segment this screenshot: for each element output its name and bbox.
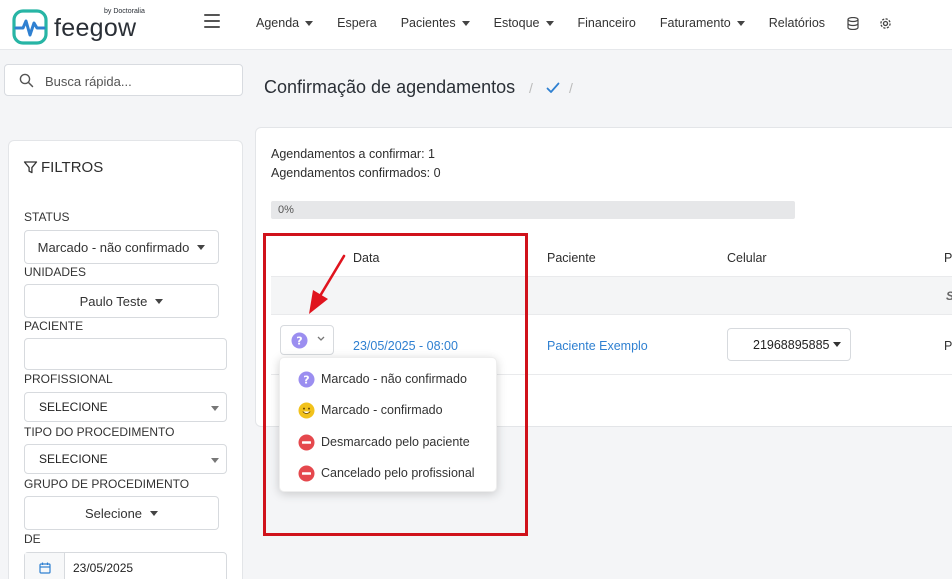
confirmation-progress-bar: 0% xyxy=(271,201,795,219)
status-value: Marcado - não confirmado xyxy=(37,239,190,255)
paciente-input[interactable] xyxy=(24,338,227,370)
menu-toggle-icon[interactable] xyxy=(204,14,220,28)
nav-relatorios[interactable]: Relatórios xyxy=(757,16,837,30)
quick-search[interactable] xyxy=(4,64,243,96)
breadcrumb-separator: / xyxy=(529,80,533,96)
truncated-cell: Pa xyxy=(944,339,952,353)
tipo-procedimento-value: SELECIONE xyxy=(39,452,108,466)
unidades-dropdown[interactable]: Paulo Teste xyxy=(24,284,219,318)
phone-dropdown[interactable]: 21968895885 xyxy=(727,328,851,361)
grupo-procedimento-value: Selecione xyxy=(84,505,143,521)
column-header-truncated[interactable]: P xyxy=(944,251,952,265)
nav-agenda[interactable]: Agenda xyxy=(244,16,325,30)
filters-panel: FILTROS STATUS Marcado - não confirmado … xyxy=(8,140,243,579)
page-title: Confirmação de agendamentos xyxy=(264,77,516,97)
de-date-value: 23/05/2025 xyxy=(73,561,134,575)
status-dropdown[interactable]: Marcado - não confirmado xyxy=(24,230,219,264)
filter-icon xyxy=(23,161,38,174)
chevron-down-icon xyxy=(150,510,159,516)
to-confirm-count: Agendamentos a confirmar: 1 xyxy=(271,147,435,161)
chevron-down-icon xyxy=(461,20,470,26)
feegow-logo[interactable]: by Doctoralia feegow xyxy=(12,6,152,46)
check-icon xyxy=(546,82,560,93)
grupo-procedimento-dropdown[interactable]: Selecione xyxy=(24,496,219,530)
chevron-down-icon xyxy=(155,298,164,304)
logo-heartbeat-icon xyxy=(12,9,48,45)
chevron-down-icon xyxy=(545,20,554,26)
nav-label: Agenda xyxy=(256,16,300,30)
chevron-down-icon xyxy=(736,20,745,26)
column-header-celular[interactable]: Celular xyxy=(727,251,767,265)
patient-link[interactable]: Paciente Exemplo xyxy=(547,339,648,353)
filters-title: FILTROS xyxy=(23,159,103,176)
de-date-input[interactable]: 23/05/2025 xyxy=(24,552,227,579)
nav-faturamento[interactable]: Faturamento xyxy=(648,16,757,30)
confirmed-count: Agendamentos confirmados: 0 xyxy=(271,166,441,180)
search-icon xyxy=(19,73,34,88)
nav-label: Estoque xyxy=(493,16,540,30)
chevron-down-icon xyxy=(211,406,219,411)
filters-title-text: FILTROS xyxy=(41,159,104,176)
nav-label: Financeiro xyxy=(577,16,636,30)
grupo-procedimento-label: GRUPO DE PROCEDIMENTO xyxy=(24,477,190,491)
nav-espera[interactable]: Espera xyxy=(325,16,389,30)
breadcrumb-separator: / xyxy=(569,80,573,96)
tipo-procedimento-label: TIPO DO PROCEDIMENTO xyxy=(24,425,175,439)
nav-estoque[interactable]: Estoque xyxy=(482,16,566,30)
nav-financeiro[interactable]: Financeiro xyxy=(566,16,648,30)
progress-text: 0% xyxy=(278,204,294,216)
chevron-down-icon xyxy=(833,342,842,347)
chevron-down-icon xyxy=(211,458,219,463)
annotation-arrow-icon xyxy=(309,254,346,314)
quick-search-input[interactable] xyxy=(45,71,235,91)
database-icon[interactable] xyxy=(837,16,869,30)
status-label: STATUS xyxy=(24,210,70,224)
phone-value: 21968895885 xyxy=(753,337,830,352)
nav-label: Faturamento xyxy=(659,16,731,30)
calendar-icon[interactable] xyxy=(25,553,65,579)
paciente-label: PACIENTE xyxy=(24,319,84,333)
gear-icon[interactable] xyxy=(869,17,902,30)
profissional-label: PROFISSIONAL xyxy=(24,372,113,386)
nav-label: Relatórios xyxy=(768,16,826,30)
column-header-paciente[interactable]: Paciente xyxy=(547,251,596,265)
chevron-down-icon xyxy=(305,20,314,26)
nav-label: Espera xyxy=(337,16,377,30)
profissional-value: SELECIONE xyxy=(39,400,108,414)
group-label: S xyxy=(946,289,952,303)
de-label: DE xyxy=(24,532,41,546)
unidades-label: UNIDADES xyxy=(24,265,87,279)
nav-label: Pacientes xyxy=(400,16,456,30)
logo-text: feegow xyxy=(54,14,137,42)
tipo-procedimento-select[interactable]: SELECIONE xyxy=(24,444,227,474)
main-nav: Agenda Espera Pacientes Estoque Financei… xyxy=(244,0,902,46)
nav-pacientes[interactable]: Pacientes xyxy=(389,16,482,30)
profissional-select[interactable]: SELECIONE xyxy=(24,392,227,422)
unidades-value: Paulo Teste xyxy=(79,293,148,309)
chevron-down-icon xyxy=(197,244,206,250)
top-navbar: by Doctoralia feegow Agenda Espera Pacie… xyxy=(0,0,952,50)
